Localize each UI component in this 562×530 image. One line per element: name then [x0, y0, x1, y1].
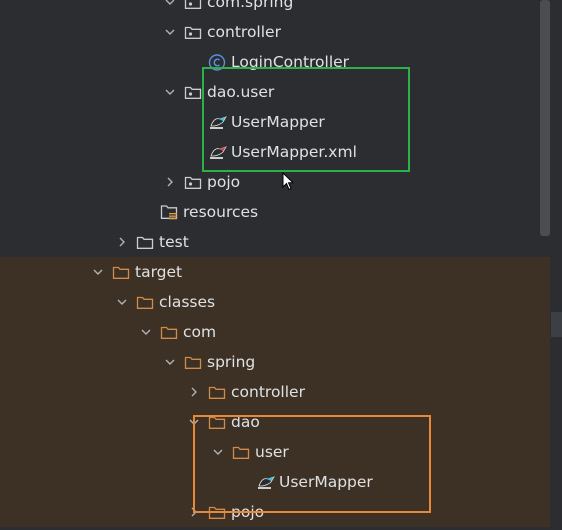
chevron-right-icon[interactable]: [162, 167, 178, 197]
tree-row[interactable]: test: [0, 227, 550, 257]
chevron-down-icon[interactable]: [162, 0, 178, 17]
chevron-down-icon[interactable]: [138, 317, 154, 347]
scrollbar-marker: [551, 312, 562, 337]
tree-row[interactable]: controller: [0, 17, 550, 47]
chevron-down-icon[interactable]: [90, 257, 106, 287]
tree-item-label: com: [183, 323, 217, 341]
tree-item-label: test: [159, 233, 189, 251]
tree-row[interactable]: com: [0, 317, 550, 347]
tree-item-label: classes: [159, 293, 216, 311]
tree-row[interactable]: com.spring: [0, 0, 550, 17]
chevron-down-icon[interactable]: [162, 347, 178, 377]
chevron-down-icon[interactable]: [162, 17, 178, 47]
tree-item-label: resources: [183, 203, 259, 221]
tree-item-label: controller: [207, 23, 281, 41]
tree-item-label: controller: [231, 383, 305, 401]
highlight-box-target-user: [193, 415, 431, 513]
excluded-folder-icon: [160, 324, 178, 340]
resources-folder-icon: [160, 204, 178, 220]
tree-item-label: target: [135, 263, 183, 281]
scrollbar-track[interactable]: [550, 0, 562, 530]
mouse-cursor-icon: [282, 171, 295, 195]
chevron-right-icon[interactable]: [114, 227, 130, 257]
tree-item-label: com.spring: [207, 0, 294, 11]
excluded-folder-icon: [136, 294, 154, 310]
package-folder-icon: [184, 0, 202, 10]
chevron-right-icon[interactable]: [186, 377, 202, 407]
tree-row[interactable]: classes: [0, 287, 550, 317]
chevron-down-icon[interactable]: [114, 287, 130, 317]
chevron-down-icon[interactable]: [162, 77, 178, 107]
scrollbar-thumb[interactable]: [540, 0, 550, 236]
excluded-folder-icon: [184, 354, 202, 370]
package-folder-icon: [184, 174, 202, 190]
excluded-folder-icon: [208, 384, 226, 400]
folder-icon: [136, 234, 154, 250]
package-folder-icon: [184, 84, 202, 100]
tree-row[interactable]: resources: [0, 197, 550, 227]
tree-row[interactable]: spring: [0, 347, 550, 377]
package-folder-icon: [184, 24, 202, 40]
tree-row[interactable]: controller: [0, 377, 550, 407]
tree-row[interactable]: target: [0, 257, 550, 287]
excluded-folder-icon: [112, 264, 130, 280]
tree-item-label: spring: [207, 353, 256, 371]
highlight-box-dao-user: [202, 67, 410, 172]
